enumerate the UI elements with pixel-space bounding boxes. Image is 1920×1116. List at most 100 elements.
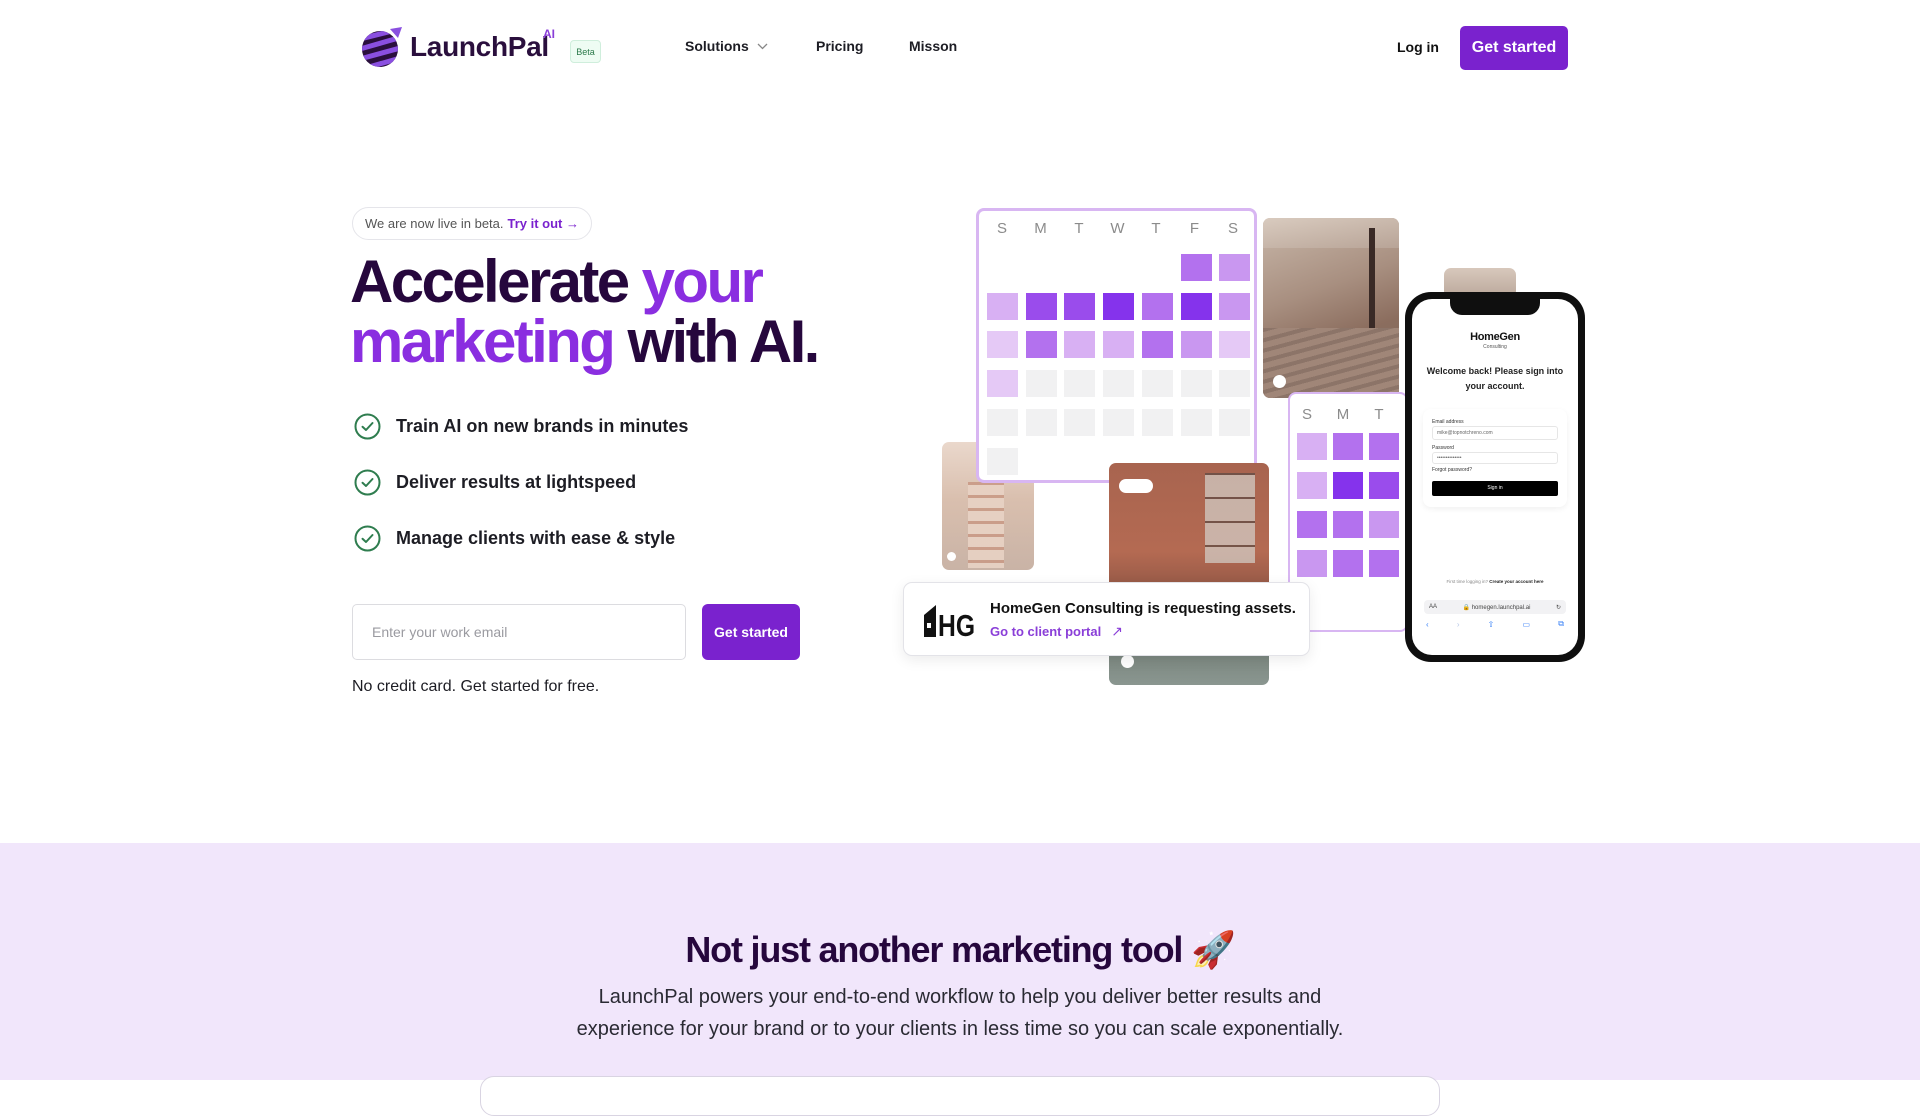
nav-mission[interactable]: Misson (909, 38, 957, 54)
work-email-input[interactable] (352, 604, 686, 660)
phone-create-account: First time logging in? Create your accou… (1412, 579, 1578, 584)
calendar-cell (1141, 408, 1173, 436)
phone-browser-toolbar: ‹ › ⇧ ▭ ⧉ (1420, 617, 1570, 631)
photo-indicator-dot (947, 552, 956, 561)
calendar-day-label: T (1151, 220, 1161, 237)
calendar-cell (1297, 550, 1327, 577)
calendar-cell (1103, 292, 1135, 320)
brand-name: LaunchPal (410, 31, 549, 62)
phone-screen: HomeGen Consulting Welcome back! Please … (1412, 299, 1578, 655)
logo-globe-icon (362, 27, 402, 67)
nav-mission-label: Misson (909, 38, 958, 54)
reload-icon: ↻ (1555, 604, 1561, 611)
calendar-cell (1333, 472, 1363, 499)
features-intro-section: Not just another marketing tool 🚀 Launch… (0, 843, 1920, 1116)
calendar-cell (1103, 408, 1135, 436)
calendar-cell (1025, 370, 1057, 398)
feature-text: Manage clients with ease & style (396, 527, 676, 548)
phone-forgot-link: Forgot password? (1432, 467, 1473, 473)
section-title: Not just another marketing tool 🚀 (0, 929, 1920, 971)
nav-solutions[interactable]: Solutions (685, 38, 768, 54)
phone-welcome-text: Welcome back! Please sign into your acco… (1426, 366, 1564, 391)
feature-item: Deliver results at lightspeed (354, 468, 688, 496)
bookmarks-icon: ▭ (1522, 619, 1531, 629)
beta-badge: Beta (570, 40, 601, 63)
try-it-out-link[interactable]: Try it out → (508, 216, 580, 231)
calendar-day-label: S (1227, 220, 1238, 237)
phone-email-label: Email address (1432, 419, 1464, 425)
logo[interactable]: LaunchPal AI (360, 25, 555, 69)
no-credit-card-note: No credit card. Get started for free. (352, 678, 600, 695)
feature-item: Train AI on new brands in minutes (354, 412, 688, 440)
calendar-cell (1369, 472, 1399, 499)
announcement-text: We are now live in beta. (365, 216, 504, 231)
tabs-icon: ⧉ (1558, 619, 1564, 628)
phone-signin-button: Sign in (1432, 481, 1558, 496)
phone-create-prefix: First time logging in? (1446, 579, 1488, 584)
calendar-cell (1064, 331, 1096, 359)
phone-signin-form: Email address mike@topnotchreno.com Pass… (1423, 409, 1567, 507)
calendar-cell (1333, 550, 1363, 577)
calendar-cell (1025, 408, 1057, 436)
phone-notch (1450, 299, 1540, 315)
calendar-cell (1369, 511, 1399, 538)
feature-text: Deliver results at lightspeed (396, 471, 637, 492)
phone-create-link: Create your account here (1489, 579, 1544, 584)
calendar-cell (1219, 370, 1251, 398)
header-get-started-button[interactable]: Get started (1460, 26, 1568, 70)
calendar-cell (1180, 292, 1212, 320)
calendar-day-label: M (1336, 406, 1350, 423)
calendar-cell (987, 370, 1018, 398)
calendar-cell (1369, 433, 1399, 460)
phone-mockup: HomeGen Consulting Welcome back! Please … (1405, 292, 1585, 662)
section-title-text: Not just another marketing tool (685, 929, 1183, 970)
calendar-cell (1369, 550, 1399, 577)
calendar-cell (1219, 408, 1251, 436)
photo-bridge (1263, 218, 1399, 398)
calendar-day-label: W (1110, 220, 1125, 237)
arrow-up-right-icon: ↗ (1111, 623, 1123, 639)
calendar-cell (1219, 254, 1251, 281)
rocket-icon: 🚀 (1191, 929, 1236, 970)
calendar-cell (1103, 331, 1135, 359)
check-circle-icon (354, 469, 381, 495)
login-link[interactable]: Log in (1397, 39, 1439, 55)
announcement-pill[interactable]: We are now live in beta. Try it out → (352, 207, 592, 240)
calendar-day-label: M (1034, 220, 1047, 237)
calendar-cell (1064, 292, 1096, 320)
hero-get-started-button[interactable]: Get started (702, 604, 800, 660)
nav-pricing[interactable]: Pricing (816, 38, 863, 54)
phone-email-field: mike@topnotchreno.com (1432, 426, 1558, 440)
phone-url: 🔒 homegen.launchpal.ai (1462, 604, 1531, 611)
calendar-cell (1064, 408, 1096, 436)
feature-text: Train AI on new brands in minutes (396, 415, 689, 436)
headline-word: Accelerate (350, 248, 630, 315)
headline-accent: your (641, 248, 764, 315)
feature-item: Manage clients with ease & style (354, 524, 688, 552)
feature-list: Train AI on new brands in minutes Delive… (354, 412, 688, 580)
photo-indicator-dot (1121, 655, 1134, 668)
calendar-cell (1333, 433, 1363, 460)
calendar-cell (1025, 292, 1057, 320)
chevron-down-icon (757, 43, 768, 49)
calendar-cell (987, 331, 1018, 359)
calendar-cell (987, 408, 1018, 436)
nav-pricing-label: Pricing (816, 38, 864, 54)
calendar-day-label: T (1074, 220, 1084, 237)
client-portal-link-label: Go to client portal (990, 624, 1102, 639)
calendar-cell (1180, 370, 1212, 398)
forward-icon: › (1456, 619, 1460, 629)
homegen-logo-text: HG (938, 608, 975, 637)
calendar-cell (1141, 331, 1173, 359)
site-header: LaunchPal AI Beta Solutions Pricing Miss… (0, 0, 1920, 96)
phone-url-bar: AA 🔒 homegen.launchpal.ai ↻ (1424, 600, 1566, 614)
calendar-cell (1297, 472, 1327, 499)
calendar-day-label: F (1189, 220, 1200, 237)
calendar-card: SMTWTFS (976, 208, 1257, 483)
phone-url-text: homegen.launchpal.ai (1471, 604, 1531, 611)
feature-card (480, 1076, 1440, 1116)
client-portal-link[interactable]: Go to client portal ↗ (990, 623, 1123, 640)
calendar-cell (1064, 370, 1096, 398)
share-icon: ⇧ (1487, 619, 1495, 629)
client-request-notification[interactable]: HG HomeGen Consulting is requesting asse… (903, 582, 1310, 656)
